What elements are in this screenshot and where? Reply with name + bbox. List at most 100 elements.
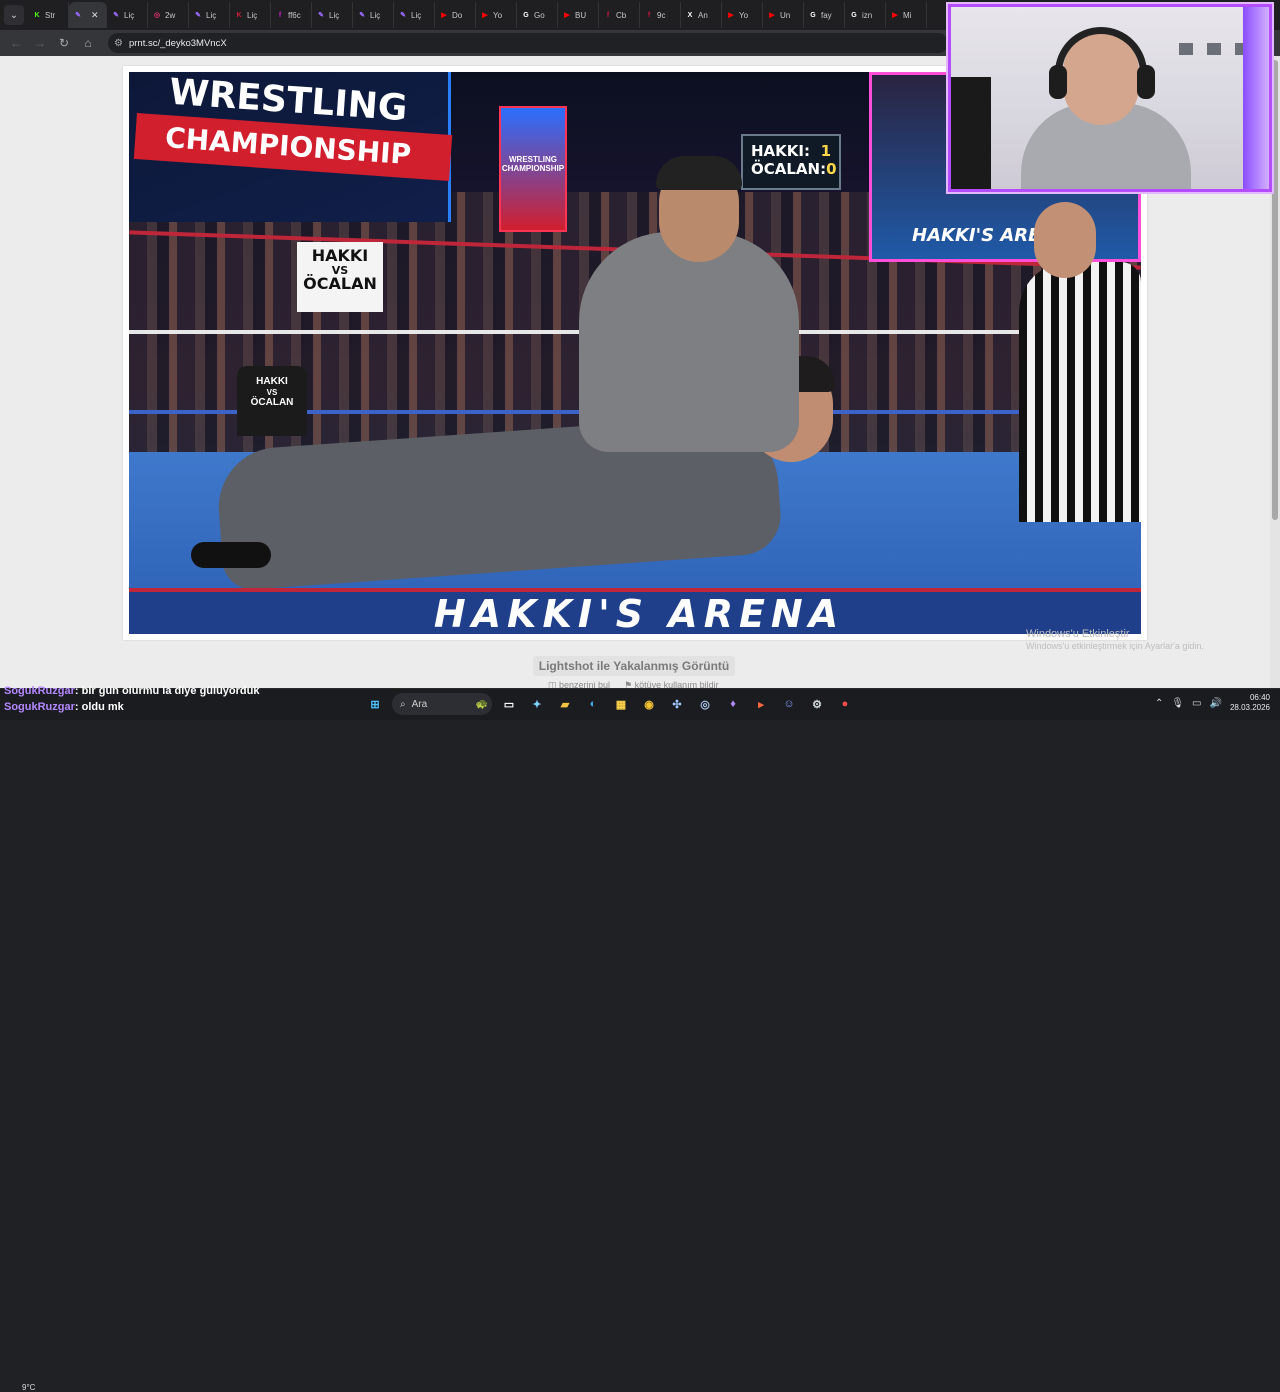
forward-icon[interactable]: →	[30, 33, 50, 53]
tab-label: Liç	[411, 10, 422, 20]
search-placeholder: Ara	[411, 698, 428, 710]
browser-tab[interactable]: G Go	[517, 2, 558, 28]
tab-search-button[interactable]: ⌄	[4, 5, 24, 25]
scrollbar-thumb[interactable]	[1272, 60, 1278, 520]
instagram-icon: ◎	[153, 12, 161, 19]
browser-tab[interactable]: ✎ Liç	[189, 2, 230, 28]
home-icon[interactable]: ⌂	[78, 33, 98, 53]
chat-user: SogukRuzgar	[4, 700, 75, 713]
volume-icon[interactable]: 🔊	[1210, 698, 1222, 709]
taskbar-search[interactable]: ⌕ Ara 🐢	[392, 693, 492, 715]
poster: WRESTLING CHAMPIONSHIP	[499, 106, 567, 232]
score-name2: ÖCALAN:	[751, 160, 827, 178]
letter-icon: f	[606, 11, 610, 19]
network-app-icon[interactable]: ✣	[666, 693, 688, 715]
browser-tab[interactable]: f ff6c	[271, 2, 312, 28]
tab-label: Go	[534, 10, 545, 20]
youtube-icon: ▶	[482, 12, 488, 19]
wall-frames	[1179, 43, 1249, 55]
kick-icon: K	[236, 11, 242, 19]
address-bar[interactable]: ⚙ prnt.sc/_deyko3MVncX	[108, 33, 948, 53]
display-icon[interactable]: ▭	[1192, 698, 1201, 709]
reload-icon[interactable]: ↻	[54, 33, 74, 53]
windows-start-icon[interactable]: ⊞	[364, 693, 386, 715]
browser-tab[interactable]: ✎ ✕	[69, 2, 107, 28]
store-icon[interactable]: ▦	[610, 693, 632, 715]
browser-tab[interactable]: ▶ BU	[558, 2, 599, 28]
browser-tab[interactable]: ▶ Yo	[722, 2, 763, 28]
terminal-icon[interactable]: ▸	[750, 693, 772, 715]
letter-icon: f	[278, 11, 282, 19]
search-icon: ⌕	[400, 698, 406, 710]
browser-tab[interactable]: ✎ Liç	[312, 2, 353, 28]
lightshot-icon: ✎	[318, 12, 324, 19]
clock-time: 06:40	[1249, 693, 1270, 702]
browser-tab[interactable]: K Liç	[230, 2, 271, 28]
clock-date: 28.03.2026	[1229, 703, 1270, 712]
browser-tab[interactable]: f 9c	[640, 2, 681, 28]
close-icon[interactable]: ✕	[91, 10, 99, 21]
google-icon: G	[523, 11, 529, 19]
shirt-line1: HAKKI	[256, 376, 288, 387]
tab-label: 9c	[657, 10, 666, 20]
system-tray: ⌃ 🎙 ▭ 🔊 06:40 28.03.2026	[1155, 693, 1270, 713]
browser-tab[interactable]: K Str	[28, 2, 69, 28]
tab-label: ff6c	[288, 10, 301, 20]
copilot-icon[interactable]: ✦	[526, 693, 548, 715]
chat-user: SogukRuzgar	[4, 685, 75, 697]
tab-label: Cb	[616, 10, 627, 20]
score-val2: 0	[826, 160, 837, 178]
youtube-icon: ▶	[728, 12, 734, 19]
browser-tab[interactable]: ✎ Liç	[107, 2, 148, 28]
obs-flame-icon[interactable]: ♦	[722, 693, 744, 715]
recorder-icon[interactable]: ●	[834, 693, 856, 715]
clock[interactable]: 06:40 28.03.2026	[1230, 693, 1270, 713]
tab-label: An	[698, 10, 708, 20]
watermark-title: Windows'u Etkinleştir	[1026, 628, 1130, 640]
browser-tab[interactable]: ▶ Yo	[476, 2, 517, 28]
scoreboard: HAKKI: 1 ÖCALAN: 0	[741, 134, 841, 190]
google-icon: G	[810, 11, 816, 19]
steam-icon[interactable]: ◎	[694, 693, 716, 715]
tab-label: Do	[452, 10, 463, 20]
referee-head	[1034, 202, 1096, 278]
browser-tab[interactable]: ✎ Liç	[394, 2, 435, 28]
settings-icon[interactable]: ⚙	[806, 693, 828, 715]
browser-tab[interactable]: X An	[681, 2, 722, 28]
discord-icon[interactable]: ☺	[778, 693, 800, 715]
browser-tab[interactable]: ▶ Un	[763, 2, 804, 28]
file-explorer-icon[interactable]: ▰	[554, 693, 576, 715]
wrestler-shoe	[191, 542, 271, 568]
browser-tab[interactable]: Gfay	[804, 2, 845, 28]
microphone-icon[interactable]: 🎙	[1171, 698, 1184, 709]
tab-label: Un	[780, 10, 791, 20]
youtube-icon: ▶	[441, 12, 447, 19]
tab-label: BU	[575, 10, 587, 20]
watermark-subtitle: Windows'u etkinleştirmek için Ayarlar'a …	[1026, 641, 1204, 652]
lightshot-icon: ✎	[113, 12, 119, 19]
weather-widget[interactable]: 9°C	[22, 1383, 35, 1392]
taskbar-apps: ⊞ ⌕ Ara 🐢 ▭ ✦ ▰ ◐ ▦ ◉ ✣ ◎ ♦ ▸ ☺ ⚙ ●	[364, 693, 856, 715]
letter-icon: f	[647, 11, 651, 19]
edge-icon[interactable]: ◐	[582, 693, 604, 715]
chrome-icon[interactable]: ◉	[638, 693, 660, 715]
chat-message: SogukRuzgar: bir gün olurmu la diye gülü…	[4, 684, 259, 700]
browser-tab[interactable]: ▶ Mi	[886, 2, 927, 28]
headset-icon	[1055, 27, 1147, 87]
back-icon[interactable]: ←	[6, 33, 26, 53]
site-info-icon[interactable]: ⚙	[114, 38, 123, 49]
browser-tab[interactable]: ▶ Do	[435, 2, 476, 28]
youtube-icon: ▶	[769, 12, 775, 19]
browser-tab[interactable]: Gizn	[845, 2, 886, 28]
shirt-line2: ÖCALAN	[250, 396, 294, 408]
browser-tab[interactable]: f Cb	[599, 2, 640, 28]
google-icon: G	[851, 11, 857, 19]
browser-tab[interactable]: ✎ Liç	[353, 2, 394, 28]
activation-watermark: Windows'u Etkinleştir Windows'u etkinleş…	[1026, 627, 1204, 653]
chevron-up-icon[interactable]: ⌃	[1155, 698, 1163, 709]
tab-label: 2w	[165, 10, 176, 20]
tab-label: Str	[45, 10, 56, 20]
browser-tab[interactable]: ◎ 2w	[148, 2, 189, 28]
task-view-icon[interactable]: ▭	[498, 693, 520, 715]
referee	[1019, 262, 1141, 522]
